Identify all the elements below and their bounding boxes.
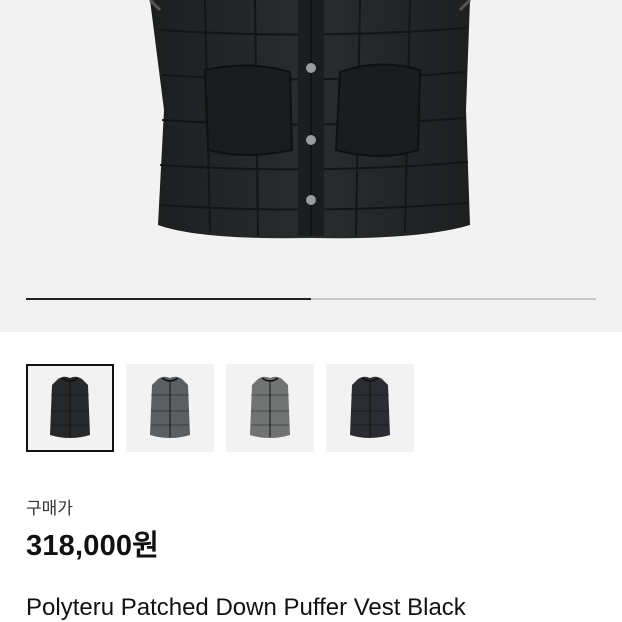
product-image-viewer[interactable] <box>0 0 622 332</box>
vest-thumbnail-image <box>50 376 90 438</box>
image-progress-fill <box>26 298 311 300</box>
vest-thumbnail-image <box>350 376 390 438</box>
thumbnail-strip <box>26 364 414 454</box>
product-title: Polyteru Patched Down Puffer Vest Black <box>26 594 466 621</box>
vest-thumbnail-image <box>250 376 290 438</box>
thumbnail-1[interactable] <box>26 364 114 452</box>
price-label: 구매가 <box>26 499 73 518</box>
image-progress-bar[interactable] <box>26 298 596 300</box>
thumbnail-2[interactable] <box>126 364 214 452</box>
thumbnail-3[interactable] <box>226 364 314 452</box>
vest-main-image <box>148 0 472 239</box>
price-value: 318,000원 <box>26 530 160 562</box>
thumbnail-4[interactable] <box>326 364 414 452</box>
vest-thumbnail-image <box>150 376 190 438</box>
